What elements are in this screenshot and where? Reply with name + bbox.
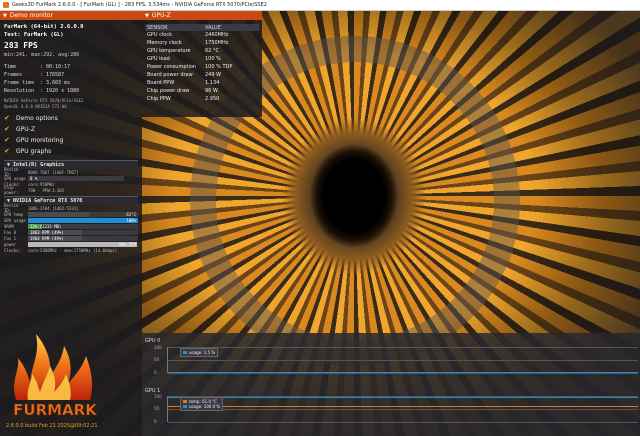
checkmark-icon: ✔ xyxy=(4,136,10,144)
collapse-arrow-icon: ▼ xyxy=(145,12,149,19)
gpuz-row: Power consumption 100 % TDP xyxy=(147,64,233,70)
option-gpu-graphs[interactable]: ✔ GPU graphs xyxy=(0,146,142,157)
gl-renderer: NVIDIA GeForce RTX 5070/PCIe/SSE2 xyxy=(4,98,84,103)
checkmark-icon: ✔ xyxy=(4,114,10,122)
demo-monitor-header[interactable]: ▼ Demo monitor xyxy=(0,11,142,20)
window-title: Geeks3D FurMark 2.6.0.0 - [ FurMark (GL)… xyxy=(12,2,267,8)
nvidia-row: VRAM 13% (1233 MB) xyxy=(0,223,142,229)
furmark-logo: FURMARK xyxy=(13,334,99,419)
gpu1-temp-line xyxy=(168,406,638,407)
gpuz-row: GPU temperature 62 °C xyxy=(147,48,219,54)
gpuz-row: Memory clock 1750MHz xyxy=(147,40,229,46)
checkmark-icon: ✔ xyxy=(4,125,10,133)
nvidia-clocks: Clocks: core:2460MHz - mem:1750MHz (14.0G… xyxy=(4,247,118,253)
gpuz-row: GPU clock 2460MHz xyxy=(147,32,229,38)
checkmark-icon: ✔ xyxy=(4,147,10,155)
option-gpu-monitoring[interactable]: ✔ GPU monitoring xyxy=(0,135,142,146)
nvidia-row: GPU temp 61°C xyxy=(4,211,138,217)
graph-gpu1-plot xyxy=(167,396,638,423)
stat-row-resolution: Resolution: 1920 x 1080 xyxy=(4,88,80,94)
gpuz-table-header: SENSOR VALUE xyxy=(145,24,259,31)
nvidia-row: GPU usage 100% xyxy=(4,217,138,223)
nvidia-bar: 13% (1233 MB) xyxy=(28,223,138,229)
build-info: 2.6.0.0 build Feb 21 2025@09:02:21 xyxy=(6,423,98,429)
gpuz-row: GPU load 100 % xyxy=(147,56,221,62)
nvidia-row: power 99% TDP xyxy=(4,241,138,247)
intel-gpu-usage: GPU usage 0 % xyxy=(0,175,142,181)
stat-row-frames: Frames: 176587 xyxy=(4,72,65,78)
gpuz-row: Chip power draw 96 W xyxy=(147,88,218,94)
gpuz-header[interactable]: ▼ GPU-Z xyxy=(142,11,262,20)
gpuz-row: Board PPW 1.134 xyxy=(147,80,220,86)
gpuz-row: Board power draw 249 W xyxy=(147,72,222,78)
stat-row-time: Time: 00:10:17 xyxy=(4,64,71,70)
test-name-line: Test: FurMark (GL) xyxy=(4,32,64,38)
nvidia-bar: 1863 RPM (49%) xyxy=(28,229,138,235)
graph-gpu0-legend: usage: 1.5 % xyxy=(180,348,219,357)
collapse-arrow-icon: ▼ xyxy=(3,12,7,19)
fps-min-max-avg: min:241, max:292, avg:286 xyxy=(4,52,80,58)
gpu1-usage-line xyxy=(168,397,638,398)
nvidia-row: Fan 0 1863 RPM (49%) xyxy=(0,229,142,235)
graph-gpu0-label: GPU 0 xyxy=(145,338,161,344)
app-icon xyxy=(3,2,9,8)
nvidia-bar: 99% TDP xyxy=(28,241,138,247)
app-name-line: FurMark (64-bit) 2.6.0.0 xyxy=(4,24,84,30)
logo-text: FURMARK xyxy=(13,401,98,419)
nvidia-row: Fan 1 1964 RPM (49%) xyxy=(0,235,142,241)
window-titlebar[interactable]: Geeks3D FurMark 2.6.0.0 - [ FurMark (GL)… xyxy=(0,0,640,11)
nvidia-bar: 1964 RPM (49%) xyxy=(28,235,138,241)
nvidia-bar: 100% xyxy=(28,217,138,223)
gpu-graphs-panel: GPU 0 100 50 0 usage: 1.5 % GPU 1 100 50… xyxy=(142,333,640,436)
option-demo-options[interactable]: ✔ Demo options xyxy=(0,113,142,124)
intel-chip-power: Chip power: 79W - PPW:3.305 xyxy=(4,185,65,195)
graph-gpu0-plot xyxy=(167,347,638,374)
nvidia-bar: 61°C xyxy=(28,211,138,217)
fps-readout: 283 FPS xyxy=(4,41,38,50)
stat-row-frame-time: Frame time: 3.603 ms xyxy=(4,80,71,86)
gpuz-sensor-table: SENSOR VALUE GPU clock 2460MHz Memory clock… xyxy=(145,24,259,103)
gpuz-row: Chip PPW 2.950 xyxy=(147,96,220,102)
option-gpu-z[interactable]: ✔ GPU-Z xyxy=(0,124,142,135)
gpu0-usage-line xyxy=(168,372,638,373)
gpuz-panel: ▼ GPU-Z SENSOR VALUE GPU clock 2460MHz Memo… xyxy=(142,11,262,117)
graph-gpu1-legend: temp: 61.0 °C usage: 100.0 % xyxy=(180,397,224,411)
